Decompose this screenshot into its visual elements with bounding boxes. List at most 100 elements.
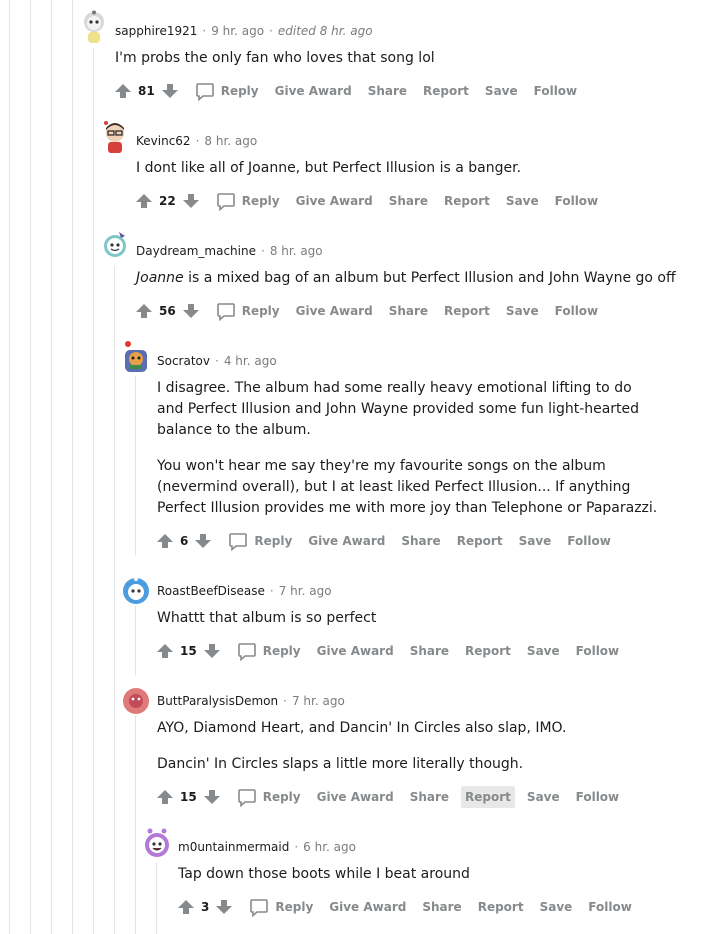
share-button[interactable]: Share [385,190,432,212]
separator: · [202,24,207,38]
user-avatar[interactable] [101,120,129,153]
comment-timestamp[interactable]: 7 hr. ago [292,694,345,708]
thread-line[interactable] [30,0,31,934]
comment-icon [216,303,235,321]
share-button[interactable]: Share [406,640,453,662]
comment-timestamp[interactable]: 4 hr. ago [224,354,277,368]
save-button[interactable]: Save [502,190,543,212]
comment-author[interactable]: m0untainmermaid [178,840,289,854]
comment-author[interactable]: Daydream_machine [136,244,256,258]
downvote-icon[interactable] [182,302,200,320]
thread-line[interactable] [135,376,136,556]
comment-timestamp[interactable]: 7 hr. ago [279,584,332,598]
follow-button[interactable]: Follow [563,530,615,552]
reply-button[interactable]: Reply [245,893,317,921]
vote-score: 22 [159,194,176,208]
give-award-button[interactable]: Give Award [313,640,398,662]
follow-button[interactable]: Follow [551,300,603,322]
comment-author[interactable]: Socratov [157,354,210,368]
comment-paragraph: I dont like all of Joanne, but Perfect I… [136,160,522,176]
user-avatar[interactable] [122,340,150,372]
report-button[interactable]: Report [453,530,507,552]
reply-button[interactable]: Reply [212,187,284,215]
report-button[interactable]: Report [461,786,515,808]
upvote-icon[interactable] [156,642,174,660]
give-award-button[interactable]: Give Award [304,530,389,552]
save-button[interactable]: Save [523,640,564,662]
save-button[interactable]: Save [502,300,543,322]
report-button[interactable]: Report [461,640,515,662]
report-button[interactable]: Report [440,190,494,212]
give-award-button[interactable]: Give Award [271,80,356,102]
give-award-button[interactable]: Give Award [292,300,377,322]
user-avatar[interactable] [122,574,150,606]
downvote-icon[interactable] [161,82,179,100]
thread-line[interactable] [72,0,73,934]
comment-paragraph: Dancin' In Circles slaps a little more l… [157,756,524,772]
user-avatar[interactable] [122,684,150,716]
comment-icon [195,83,214,101]
thread-line[interactable] [9,0,10,934]
thread-line[interactable] [135,606,136,676]
share-button[interactable]: Share [418,896,465,918]
reply-button[interactable]: Reply [233,637,305,665]
comment-timestamp[interactable]: 9 hr. ago [211,24,264,38]
share-button[interactable]: Share [385,300,432,322]
reply-button[interactable]: Reply [212,297,284,325]
downvote-icon[interactable] [194,532,212,550]
user-avatar[interactable] [101,230,129,262]
save-button[interactable]: Save [536,896,577,918]
reply-button[interactable]: Reply [224,527,296,555]
thread-line[interactable] [156,862,157,934]
comment-author[interactable]: ButtParalysisDemon [157,694,278,708]
downvote-icon[interactable] [203,642,221,660]
reply-button[interactable]: Reply [191,77,263,105]
upvote-icon[interactable] [114,82,132,100]
comment-paragraph: Whattt that album is so perfect [157,610,377,626]
comment-author[interactable]: Kevinc62 [136,134,191,148]
give-award-button[interactable]: Give Award [292,190,377,212]
follow-button[interactable]: Follow [572,786,624,808]
comment-author[interactable]: RoastBeefDisease [157,584,265,598]
comment-timestamp[interactable]: 6 hr. ago [303,840,356,854]
separator: · [294,840,299,854]
upvote-icon[interactable] [135,302,153,320]
upvote-icon[interactable] [156,532,174,550]
give-award-button[interactable]: Give Award [325,896,410,918]
follow-button[interactable]: Follow [572,640,624,662]
downvote-icon[interactable] [215,898,233,916]
follow-button[interactable]: Follow [551,190,603,212]
user-avatar[interactable] [143,826,171,858]
separator: · [269,24,273,38]
save-button[interactable]: Save [481,80,522,102]
share-button[interactable]: Share [406,786,453,808]
thread-line[interactable] [93,48,94,934]
reply-button[interactable]: Reply [233,783,305,811]
comment-timestamp[interactable]: 8 hr. ago [270,244,323,258]
comment-author[interactable]: sapphire1921 [115,24,197,38]
comment-icon [237,789,256,807]
upvote-icon[interactable] [135,192,153,210]
save-button[interactable]: Save [523,786,564,808]
downvote-icon[interactable] [182,192,200,210]
report-button[interactable]: Report [440,300,494,322]
vote-score: 81 [138,84,155,98]
thread-line[interactable] [51,0,52,934]
downvote-icon[interactable] [203,788,221,806]
follow-button[interactable]: Follow [530,80,582,102]
follow-button[interactable]: Follow [584,896,636,918]
comment-timestamp[interactable]: 8 hr. ago [204,134,257,148]
share-button[interactable]: Share [397,530,444,552]
thread-line[interactable] [114,266,115,934]
thread-line[interactable] [135,716,136,934]
upvote-icon[interactable] [177,898,195,916]
give-award-button[interactable]: Give Award [313,786,398,808]
separator: · [283,694,287,708]
user-avatar[interactable] [80,10,108,43]
report-button[interactable]: Report [419,80,473,102]
save-button[interactable]: Save [515,530,556,552]
upvote-icon[interactable] [156,788,174,806]
report-button[interactable]: Report [474,896,528,918]
share-button[interactable]: Share [364,80,411,102]
reply-label: Reply [275,900,314,914]
